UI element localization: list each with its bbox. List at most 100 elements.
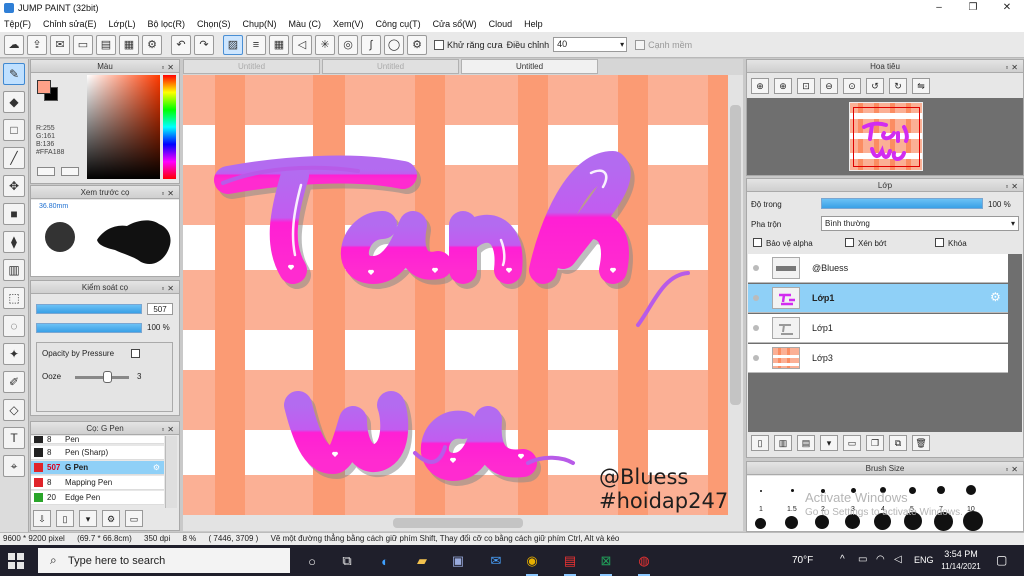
menu-edit[interactable]: Chỉnh sửa(E) [43,19,97,29]
duplicate-layer-icon[interactable]: ❐ [866,435,884,451]
layer-item[interactable]: Lớp1 [748,314,1008,343]
zoom-in-icon[interactable]: ⊕ [774,78,792,94]
pen-tool-icon[interactable]: ✎ [3,63,25,85]
gear-icon[interactable]: ⚙ [990,290,1001,304]
close-button[interactable]: ✕ [990,0,1024,16]
ellipse-ruler-icon[interactable]: ◯ [384,34,404,55]
language-indicator[interactable]: ENG [914,555,934,565]
mail-icon[interactable]: ✉ [484,549,508,573]
opacity-slider[interactable] [36,323,142,333]
menu-file[interactable]: Tệp(F) [4,19,31,29]
antialias-checkbox[interactable] [434,39,444,50]
flip-icon[interactable]: ⇋ [912,78,930,94]
minimize-button[interactable]: – [922,0,956,16]
brush-size-option[interactable] [791,489,794,492]
fill-tool-icon[interactable]: ⧫ [3,231,25,253]
magic-wand-tool-icon[interactable]: ✦ [3,343,25,365]
clock-time[interactable]: 3:54 PM [942,549,980,559]
menu-window[interactable]: Cửa sổ(W) [433,19,477,29]
excel-icon[interactable]: ⊠ [594,549,618,576]
line-tool-icon[interactable]: ╱ [3,147,25,169]
saturation-field[interactable] [87,75,160,179]
panel-controls-icon[interactable]: ▫✕ [161,423,177,436]
layer-add-menu-icon[interactable]: ▾ [820,435,838,451]
visibility-icon[interactable] [753,295,759,301]
blend-mode-select[interactable]: Bình thường ▾ [821,216,1019,231]
text-tool-icon[interactable]: T [3,427,25,449]
jump-paint-icon[interactable]: ▤ [558,549,582,576]
undo-icon[interactable]: ↶ [171,34,191,55]
ooze-slider[interactable] [75,376,129,379]
navigator-viewport-frame[interactable] [853,107,920,167]
adjust-select[interactable]: 40 ▾ [553,37,628,52]
new-layer-icon[interactable]: ▯ [751,435,769,451]
opacity-by-pressure-checkbox[interactable] [131,349,140,358]
scroll-thumb[interactable] [730,105,741,405]
hatch-grid-icon[interactable]: ▦ [269,34,289,55]
drawing-canvas[interactable]: @Bluess #hoidap247 [183,75,728,515]
clock-date[interactable]: 11/14/2021 [938,562,984,571]
hue-slider[interactable] [163,75,176,179]
notifications-icon[interactable]: ▢ [996,553,1007,567]
layer-opacity-slider[interactable] [821,198,983,209]
export-icon[interactable]: ⇪ [27,34,47,55]
chrome-icon[interactable]: ◉ [520,549,544,576]
taskbar-search-box[interactable]: ⌕ Type here to search [38,548,290,573]
new-brush-icon[interactable]: ▯ [56,510,74,527]
brush-size-option[interactable] [937,486,945,494]
eraser-tool-icon[interactable]: ◆ [3,91,25,113]
actual-size-icon[interactable]: ⊙ [843,78,861,94]
weather-readout[interactable]: 70°F [792,555,813,566]
comment-icon[interactable]: ✉ [50,34,70,55]
gradient-tool-icon[interactable]: ▥ [3,259,25,281]
store-icon[interactable]: ▣ [446,549,470,573]
download-brush-icon[interactable]: ⇩ [33,510,51,527]
edge-browser-icon[interactable]: ◐ [373,549,397,573]
zoom-out-icon[interactable]: ⊖ [820,78,838,94]
panel-controls-icon[interactable]: ▫✕ [1005,463,1021,476]
brush-size-option[interactable] [785,516,798,529]
layer-item[interactable]: @Bluess [748,254,1008,283]
size-slider[interactable] [36,304,142,314]
navigator-view[interactable] [747,98,1023,175]
wifi-icon[interactable]: ◠ [876,554,885,565]
eyedropper-tool-icon[interactable]: ⌖ [3,455,25,477]
fit-window-icon[interactable]: ⊡ [797,78,815,94]
brush-size-option[interactable] [963,511,983,531]
rotate-left-icon[interactable]: ↺ [866,78,884,94]
delete-layer-icon[interactable]: 🗑 [912,435,930,451]
clipping-checkbox[interactable] [845,238,854,247]
menu-capture[interactable]: Chụp(N) [243,19,277,29]
zoom-fit-icon[interactable]: ⊕ [751,78,769,94]
menu-view[interactable]: Xem(V) [333,19,364,29]
new-halftone-layer-icon[interactable]: ▥ [774,435,792,451]
move-tool-icon[interactable]: ✥ [3,175,25,197]
panel-controls-icon[interactable]: ▫✕ [161,187,177,200]
menu-color[interactable]: Màu (C) [289,19,322,29]
brush-size-option[interactable] [760,490,762,492]
visibility-icon[interactable] [753,355,759,361]
radial-ruler-icon[interactable]: ✳ [315,34,335,55]
rotate-right-icon[interactable]: ↻ [889,78,907,94]
brush-settings-icon[interactable]: ⚙ [102,510,120,527]
message-icon[interactable]: ▭ [73,34,93,55]
zalo-icon[interactable]: ◍ [632,549,656,576]
menu-tools[interactable]: Công cụ(T) [376,19,421,29]
brush-item-selected[interactable]: 507 G Pen ⚙ [31,461,164,475]
color-palette-button[interactable] [61,167,79,176]
primary-color-swatch[interactable] [37,80,51,94]
menu-cloud[interactable]: Cloud [489,19,513,29]
cloud-icon[interactable]: ☁ [4,34,24,55]
scroll-thumb[interactable] [393,518,523,528]
layer-folder-icon[interactable]: ▭ [843,435,861,451]
cortana-icon[interactable]: ○ [300,549,324,573]
grid-page-icon[interactable]: ▦ [119,34,139,55]
brush-item[interactable]: 8 Mapping Pen [31,476,164,490]
select-eraser-tool-icon[interactable]: ◇ [3,399,25,421]
volume-icon[interactable]: ◁ [894,554,902,565]
windows-start-icon[interactable] [8,553,24,569]
tray-chevron-icon[interactable]: ^ [840,554,845,565]
brush-item[interactable]: 8 Pen [31,436,164,444]
curve-ruler-icon[interactable]: ∫ [361,34,381,55]
redo-icon[interactable]: ↷ [194,34,214,55]
